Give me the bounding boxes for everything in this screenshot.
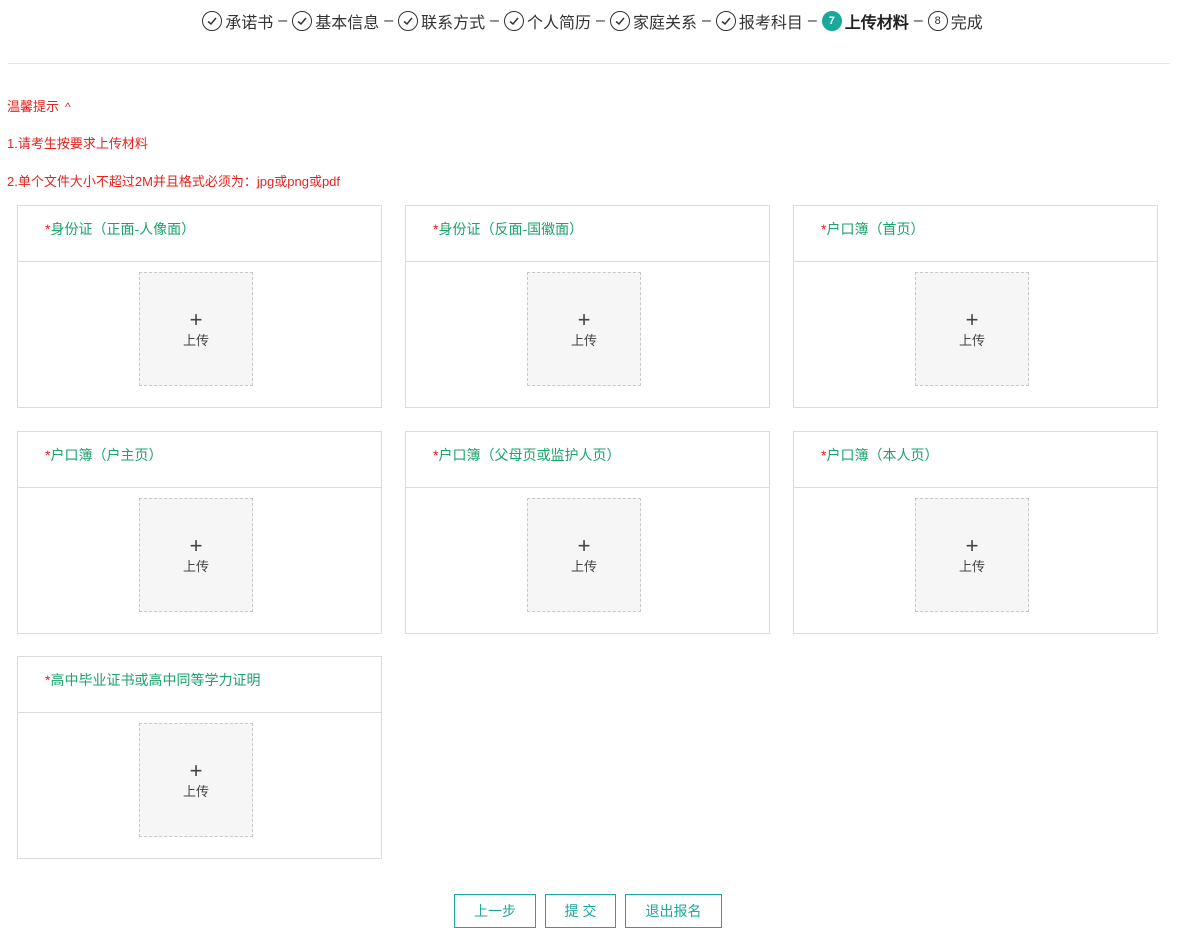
upload-button[interactable]: + 上传 <box>915 272 1029 386</box>
check-circle-icon <box>609 11 630 31</box>
upload-card-id-front: *身份证（正面-人像面） + 上传 <box>17 205 382 408</box>
upload-button[interactable]: + 上传 <box>139 723 253 837</box>
step-label: 家庭关系 <box>632 15 697 32</box>
upload-button[interactable]: + 上传 <box>527 498 641 612</box>
step-separator: – <box>384 12 394 29</box>
upload-label: 上传 <box>182 783 209 799</box>
upload-card-hukou-parents: *户口簿（父母页或监护人页） + 上传 <box>405 431 770 634</box>
step-2: 基本信息 – <box>292 9 398 33</box>
step-1: 承诺书 – <box>202 9 292 33</box>
step-separator: – <box>278 12 288 29</box>
upload-label: 上传 <box>570 558 597 574</box>
step-label: 承诺书 <box>225 15 274 32</box>
upload-button[interactable]: + 上传 <box>915 498 1029 612</box>
submit-button[interactable]: 提 交 <box>545 894 616 928</box>
upload-label: 上传 <box>958 332 985 348</box>
step-4: 个人简历 – <box>504 9 610 33</box>
card-header: *身份证（正面-人像面） <box>18 206 381 262</box>
card-title: 身份证（反面-国徽面） <box>438 221 584 237</box>
upload-card-hukou-first: *户口簿（首页） + 上传 <box>793 205 1158 408</box>
step-label: 个人简历 <box>527 15 592 32</box>
upload-button[interactable]: + 上传 <box>139 498 253 612</box>
upload-card-diploma: *高中毕业证书或高中同等学力证明 + 上传 <box>17 656 382 859</box>
notice-toggle[interactable]: 温馨提示 ^ <box>7 96 71 115</box>
card-header: *户口簿（首页） <box>794 206 1157 262</box>
step-6: 报考科目 – <box>715 9 822 33</box>
upload-button[interactable]: + 上传 <box>139 272 253 386</box>
upload-button[interactable]: + 上传 <box>527 272 641 386</box>
step-label: 基本信息 <box>315 15 380 32</box>
exit-registration-button[interactable]: 退出报名 <box>625 894 722 928</box>
upload-label: 上传 <box>958 558 985 574</box>
card-header: *身份证（反面-国徽面） <box>406 206 769 262</box>
check-circle-icon <box>398 11 419 31</box>
upload-card-hukou-householder: *户口簿（户主页） + 上传 <box>17 431 382 634</box>
card-title: 户口簿（户主页） <box>50 447 163 463</box>
step-5: 家庭关系 – <box>609 9 716 33</box>
card-header: *户口簿（父母页或监护人页） <box>406 432 769 488</box>
upload-card-id-back: *身份证（反面-国徽面） + 上传 <box>405 205 770 408</box>
card-title: 身份证（正面-人像面） <box>50 221 196 237</box>
step-number-badge: 7 <box>821 11 842 31</box>
notice-line-2: 2.单个文件大小不超过2M并且格式必须为：jpg或png或pdf <box>7 174 341 189</box>
upload-label: 上传 <box>182 558 209 574</box>
plus-icon: + <box>577 532 591 558</box>
header-divider <box>8 63 1170 64</box>
step-label: 联系方式 <box>421 15 486 32</box>
card-title: 户口簿（父母页或监护人页） <box>438 447 621 463</box>
upload-label: 上传 <box>570 332 597 348</box>
notice-title: 温馨提示 <box>7 99 60 114</box>
step-label: 报考科目 <box>738 15 803 32</box>
plus-icon: + <box>189 757 203 783</box>
step-label: 完成 <box>950 15 983 32</box>
upload-card-hukou-self: *户口簿（本人页） + 上传 <box>793 431 1158 634</box>
card-header: *户口簿（户主页） <box>18 432 381 488</box>
step-label: 上传材料 <box>844 15 909 32</box>
plus-icon: + <box>965 306 979 332</box>
card-header: *户口簿（本人页） <box>794 432 1157 488</box>
plus-icon: + <box>965 532 979 558</box>
notice-line-1: 1.请考生按要求上传材料 <box>7 136 148 151</box>
prev-step-button[interactable]: 上一步 <box>454 894 536 928</box>
card-title: 高中毕业证书或高中同等学力证明 <box>50 672 261 688</box>
step-8: 8 完成 <box>927 9 983 33</box>
step-number-badge: 8 <box>927 11 948 31</box>
step-7-active: 7 上传材料 – <box>821 9 928 33</box>
check-circle-icon <box>202 11 223 31</box>
step-separator: – <box>807 12 817 29</box>
card-header: *高中毕业证书或高中同等学力证明 <box>18 657 381 713</box>
chevron-up-icon: ^ <box>65 100 71 114</box>
step-separator: – <box>596 12 605 29</box>
step-separator: – <box>701 12 711 29</box>
step-separator: – <box>490 12 500 29</box>
step-separator: – <box>913 12 923 29</box>
plus-icon: + <box>577 306 591 332</box>
step-progress-bar: 承诺书 – 基本信息 – 联系方式 – 个人简历 – 家庭关系 – 报考科目 –… <box>0 6 1185 36</box>
check-circle-icon <box>504 11 525 31</box>
card-title: 户口簿（本人页） <box>826 447 939 463</box>
plus-icon: + <box>189 532 203 558</box>
step-3: 联系方式 – <box>398 9 504 33</box>
card-title: 户口簿（首页） <box>826 221 925 237</box>
upload-label: 上传 <box>182 332 209 348</box>
plus-icon: + <box>189 306 203 332</box>
check-circle-icon <box>292 11 313 31</box>
check-circle-icon <box>715 11 736 31</box>
